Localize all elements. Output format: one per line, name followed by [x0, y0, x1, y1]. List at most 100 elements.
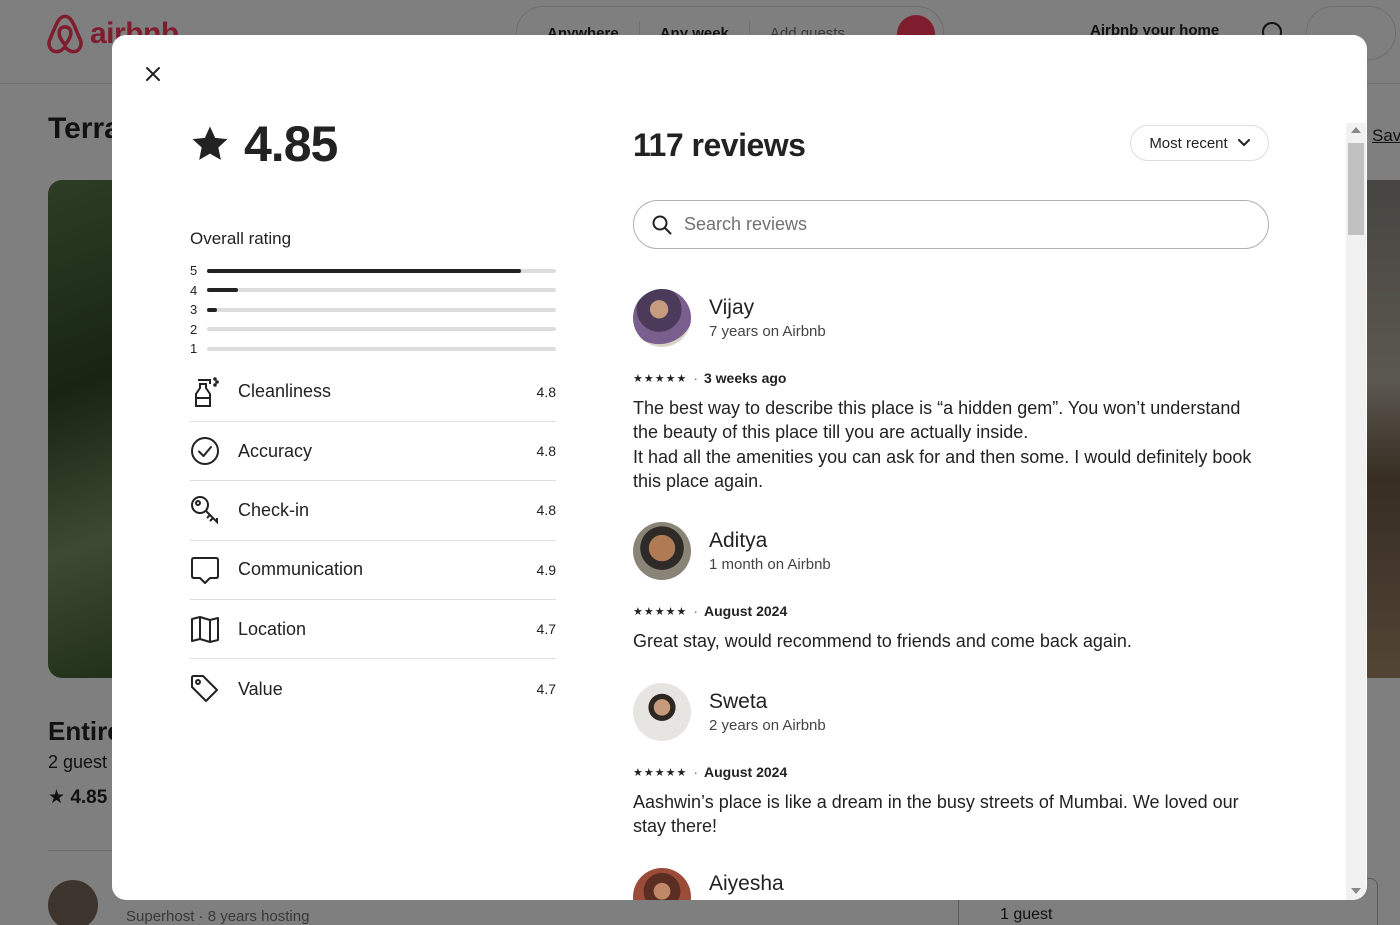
tag-icon	[190, 673, 238, 705]
review-date: 3 weeks ago	[703, 370, 787, 386]
review-meta: ★★★★★ · August 2024	[633, 764, 1269, 780]
category-accuracy: Accuracy 4.8	[190, 422, 556, 482]
review-meta: ★★★★★ · August 2024	[633, 603, 1269, 619]
reviewer-tenure: 2 years on Airbnb	[709, 717, 826, 734]
chevron-down-icon	[1237, 139, 1250, 146]
separator-dot: ·	[693, 764, 698, 780]
reviews-modal: 4.85 Overall rating 5 4 3 2 1 Cleanlines…	[112, 35, 1367, 900]
reviewer-name[interactable]: Vijay	[709, 296, 826, 320]
category-label: Accuracy	[238, 440, 313, 461]
distribution-row: 4	[190, 281, 556, 301]
distribution-bar	[207, 346, 556, 351]
category-value: 4.7	[536, 621, 556, 638]
reviewer-info: Aiyesha	[709, 872, 784, 896]
search-reviews-field[interactable]	[633, 200, 1269, 249]
key-icon	[190, 494, 238, 526]
category-check-in: Check-in 4.8	[190, 481, 556, 541]
review-item: Sweta 2 years on Airbnb ★★★★★ · August 2…	[633, 682, 1269, 839]
search-reviews-input[interactable]	[684, 214, 1244, 235]
distribution-stars: 1	[190, 341, 198, 357]
category-ratings: Cleanliness 4.8 Accuracy 4.8 Check-in 4.…	[190, 363, 556, 719]
distribution-bar-fill	[207, 307, 218, 312]
sort-dropdown[interactable]: Most recent	[1130, 125, 1269, 161]
category-label: Value	[238, 678, 283, 699]
separator-dot: ·	[693, 603, 698, 619]
close-icon	[146, 67, 160, 81]
distribution-row: 2	[190, 320, 556, 340]
scroll-down-arrow-icon[interactable]	[1351, 888, 1361, 894]
distribution-bar	[207, 288, 556, 293]
review-text: The best way to describe this place is “…	[633, 398, 1252, 491]
review-text: Aashwin’s place is like a dream in the b…	[633, 792, 1239, 837]
reviewer-tenure: 7 years on Airbnb	[709, 323, 826, 340]
distribution-bar	[207, 268, 556, 273]
reviewer-info: Aditya 1 month on Airbnb	[709, 529, 831, 573]
distribution-bar-fill	[207, 268, 522, 273]
overall-score-value: 4.85	[244, 116, 338, 172]
overall-rating-label: Overall rating	[190, 229, 292, 248]
reviewer-tenure: 1 month on Airbnb	[709, 556, 831, 573]
reviews-panel: 117 reviews Most recent Vijay 7 years on…	[633, 115, 1269, 900]
avatar[interactable]	[633, 683, 691, 741]
category-label: Check-in	[238, 499, 310, 520]
reviewer-name[interactable]: Aiyesha	[709, 872, 784, 896]
category-value: 4.9	[536, 561, 556, 578]
rating-summary: 4.85 Overall rating 5 4 3 2 1 Cleanlines…	[190, 115, 556, 719]
review-item: Aditya 1 month on Airbnb ★★★★★ · August …	[633, 521, 1269, 653]
review-stars: ★★★★★	[633, 372, 688, 385]
category-location: Location 4.7	[190, 600, 556, 660]
check-circle-icon	[190, 435, 238, 467]
review-header: Aiyesha	[633, 867, 1269, 900]
avatar[interactable]	[633, 289, 691, 347]
review-item: Aiyesha	[633, 867, 1269, 900]
category-cleanliness: Cleanliness 4.8	[190, 363, 556, 422]
rating-distribution: 5 4 3 2 1	[190, 261, 556, 359]
review-stars: ★★★★★	[633, 766, 688, 779]
category-label: Cleanliness	[238, 381, 332, 402]
review-header: Aditya 1 month on Airbnb	[633, 521, 1269, 581]
category-value: 4.8	[536, 443, 556, 460]
scrollbar-thumb[interactable]	[1348, 143, 1364, 235]
category-value: 4.7	[536, 681, 556, 698]
spray-bottle-icon	[190, 376, 238, 408]
distribution-bar	[207, 307, 556, 312]
distribution-stars: 2	[190, 321, 198, 337]
reviewer-name[interactable]: Aditya	[709, 529, 831, 553]
review-item: Vijay 7 years on Airbnb ★★★★★ · 3 weeks …	[633, 288, 1269, 493]
category-value: Value 4.7	[190, 659, 556, 718]
map-icon	[190, 613, 238, 645]
distribution-row: 3	[190, 300, 556, 320]
review-meta: ★★★★★ · 3 weeks ago	[633, 370, 1269, 386]
overall-score: 4.85	[190, 115, 556, 173]
review-stars: ★★★★★	[633, 605, 688, 618]
review-date: August 2024	[703, 764, 788, 780]
review-header: Vijay 7 years on Airbnb	[633, 288, 1269, 348]
category-communication: Communication 4.9	[190, 541, 556, 601]
close-button[interactable]	[138, 59, 168, 89]
distribution-row: 1	[190, 339, 556, 359]
star-icon	[192, 126, 228, 160]
avatar[interactable]	[633, 522, 691, 580]
sort-label: Most recent	[1149, 134, 1228, 152]
category-label: Location	[238, 618, 307, 639]
scroll-up-arrow-icon[interactable]	[1351, 127, 1361, 133]
distribution-stars: 5	[190, 263, 198, 279]
avatar[interactable]	[633, 868, 691, 900]
review-date: August 2024	[703, 603, 788, 619]
distribution-bar-fill	[207, 288, 239, 293]
category-value: 4.8	[536, 502, 556, 519]
distribution-stars: 4	[190, 282, 198, 298]
distribution-stars: 3	[190, 302, 198, 318]
reviewer-info: Vijay 7 years on Airbnb	[709, 296, 826, 340]
review-text: Great stay, would recommend to friends a…	[633, 631, 1132, 651]
reviews-scrollbar[interactable]	[1346, 123, 1366, 900]
review-header: Sweta 2 years on Airbnb	[633, 682, 1269, 742]
chat-bubble-icon	[190, 554, 238, 586]
search-icon	[652, 215, 672, 234]
reviewer-info: Sweta 2 years on Airbnb	[709, 690, 826, 734]
category-label: Communication	[238, 559, 364, 580]
reviews-count: 117 reviews	[633, 127, 806, 163]
reviewer-name[interactable]: Sweta	[709, 690, 826, 714]
distribution-row: 5	[190, 261, 556, 281]
category-value: 4.8	[536, 383, 556, 400]
